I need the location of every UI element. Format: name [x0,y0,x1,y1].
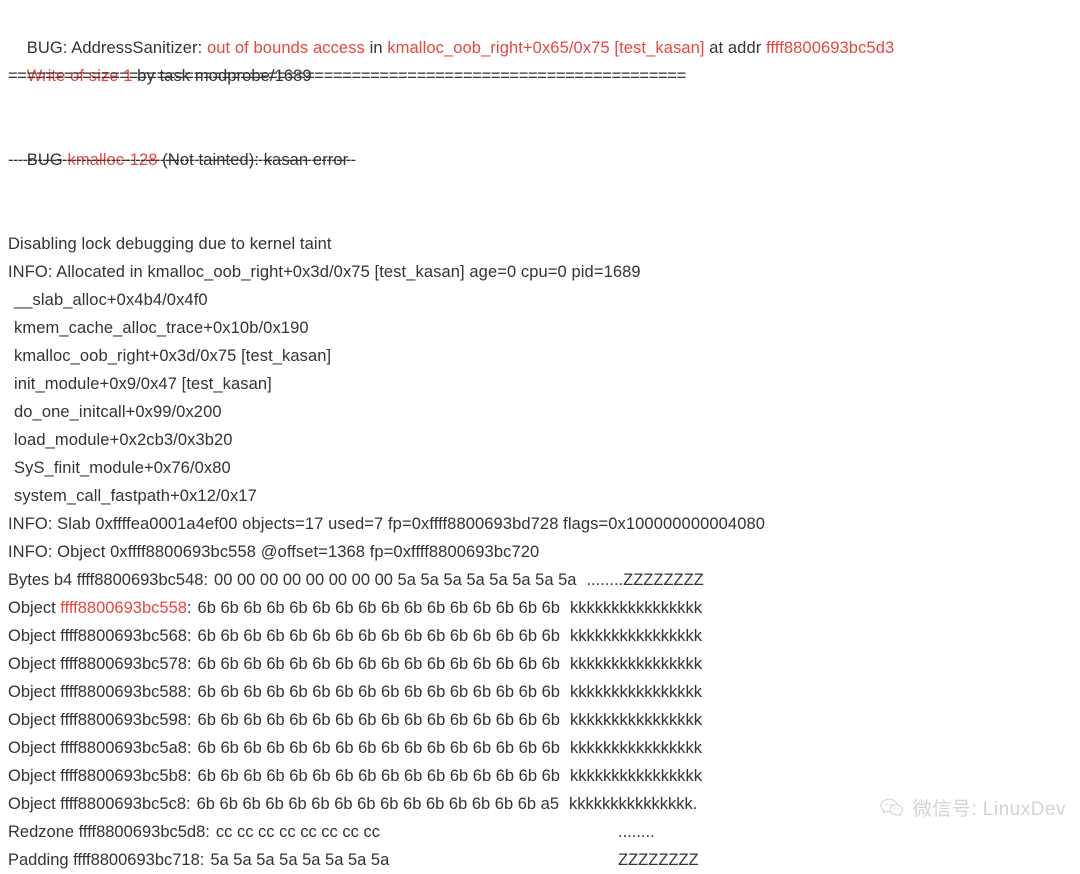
report-line-object-info: INFO: Object 0xffff8800693bc558 @offset=… [8,543,540,561]
hexdump-bytes: 6b 6b 6b 6b 6b 6b 6b 6b 6b 6b 6b 6b 6b 6… [196,795,560,813]
hexdump-bytes: 6b 6b 6b 6b 6b 6b 6b 6b 6b 6b 6b 6b 6b 6… [197,711,560,729]
hexdump-colon: : [186,655,192,673]
stack-frame: SyS_finit_module+0x76/0x80 [14,459,231,477]
hexdump-ascii: kkkkkkkkkkkkkkkk [569,627,702,645]
report-line-bug-slab: BUG kmalloc-128 (Not tainted): kasan err… [8,118,1080,169]
bug-access-type: out of bounds access [206,39,365,57]
hexdump-ascii: kkkkkkkkkkkkkkkk [569,739,702,757]
stack-frame: load_module+0x2cb3/0x3b20 [14,431,233,449]
stack-frame: do_one_initcall+0x99/0x200 [14,403,222,421]
report-line-bug: BUG: AddressSanitizer: out of bounds acc… [8,6,1080,57]
hexdump-address: ffff8800693bc578 [60,655,187,673]
hexdump-address: ffff8800693bc568 [60,627,187,645]
hexdump-ascii: ........ [618,823,655,841]
separator-equals: ========================================… [8,67,686,85]
stack-frame: kmalloc_oob_right+0x3d/0x75 [test_kasan] [14,347,332,365]
hexdump-label: Object [8,599,61,617]
separator-dashes: ----------------------------------------… [8,151,356,169]
hexdump-address: ffff8800693bc5d8 [78,823,206,841]
hexdump-label: Redzone [8,823,79,841]
hexdump-label: Object [8,767,61,785]
hexdump-ascii: kkkkkkkkkkkkkkkk [569,711,702,729]
hexdump-bytes: 6b 6b 6b 6b 6b 6b 6b 6b 6b 6b 6b 6b 6b 6… [197,599,560,617]
hexdump-bytes: 6b 6b 6b 6b 6b 6b 6b 6b 6b 6b 6b 6b 6b 6… [197,739,560,757]
hexdump-colon: : [186,739,192,757]
hexdump-row-padding: Padding ffff8800693bc718:5a 5a 5a 5a 5a … [8,846,1080,874]
hexdump-colon: : [205,823,210,841]
hexdump-address: ffff8800693bc558 [60,599,187,617]
hexdump-colon: : [186,795,191,813]
hexdump-label: Object [8,683,61,701]
hexdump-address: ffff8800693bc548 [76,571,204,589]
hexdump-row: Object ffff8800693bc588:6b 6b 6b 6b 6b 6… [8,678,1080,706]
hexdump-address: ffff8800693bc5a8 [60,739,187,757]
bug-at-addr-word: at addr [704,39,767,57]
hexdump-row: Object ffff8800693bc578:6b 6b 6b 6b 6b 6… [8,650,1080,678]
hexdump-bytes: 6b 6b 6b 6b 6b 6b 6b 6b 6b 6b 6b 6b 6b 6… [197,683,560,701]
hexdump-bytes: 5a 5a 5a 5a 5a 5a 5a 5a [210,851,390,869]
stack-frame: __slab_alloc+0x4b4/0x4f0 [14,291,208,309]
hexdump-label: Object [8,655,61,673]
hexdump-ascii: ........ZZZZZZZZ [586,571,704,589]
hexdump-bytes: 6b 6b 6b 6b 6b 6b 6b 6b 6b 6b 6b 6b 6b 6… [197,767,560,785]
hexdump-bytes: 6b 6b 6b 6b 6b 6b 6b 6b 6b 6b 6b 6b 6b 6… [197,627,560,645]
hexdump-bytes: 6b 6b 6b 6b 6b 6b 6b 6b 6b 6b 6b 6b 6b 6… [197,655,560,673]
hexdump-address: ffff8800693bc598 [60,711,187,729]
hexdump-colon: : [186,599,192,617]
hexdump-address: ffff8800693bc5b8 [60,767,187,785]
hexdump-colon: : [186,627,192,645]
stack-frame: system_call_fastpath+0x12/0x17 [14,487,257,505]
hexdump-bytes: 00 00 00 00 00 00 00 00 5a 5a 5a 5a 5a 5… [214,571,577,589]
hexdump-bytes: cc cc cc cc cc cc cc cc [215,823,380,841]
hexdump-label: Bytes b4 [8,571,77,589]
hexdump-ascii: kkkkkkkkkkkkkkk. [569,795,698,813]
report-line-allocated: INFO: Allocated in kmalloc_oob_right+0x3… [8,263,641,281]
hexdump-label: Object [8,627,61,645]
watermark: 微信号: LinuxDev [879,794,1066,821]
report-line-disabling: Disabling lock debugging due to kernel t… [8,235,332,253]
hexdump-label: Object [8,795,61,813]
bug-address: ffff8800693bc5d3 [766,39,895,57]
hexdump-colon: : [186,683,192,701]
hexdump-ascii: ZZZZZZZZ [618,851,699,869]
hexdump-address: ffff8800693bc5c8 [60,795,186,813]
hexdump-row: Bytes b4 ffff8800693bc548:00 00 00 00 00… [8,566,1080,594]
watermark-text: 微信号: LinuxDev [912,799,1066,820]
hexdump-label: Padding [8,851,74,869]
hexdump-ascii: kkkkkkkkkkkkkkkk [569,683,702,701]
hexdump-label: Object [8,711,61,729]
kasan-report: BUG: AddressSanitizer: out of bounds acc… [0,0,1080,869]
hexdump-row: Object ffff8800693bc568:6b 6b 6b 6b 6b 6… [8,622,1080,650]
hexdump-row-redzone: Redzone ffff8800693bc5d8: cc cc cc cc cc … [8,818,1080,846]
hexdump-ascii: kkkkkkkkkkkkkkkk [569,599,702,617]
report-line-slab-info: INFO: Slab 0xffffea0001a4ef00 objects=17… [8,515,766,533]
hexdump-colon: : [186,767,192,785]
hexdump-ascii: kkkkkkkkkkkkkkkk [569,767,702,785]
hexdump-row: Object ffff8800693bc598:6b 6b 6b 6b 6b 6… [8,706,1080,734]
wechat-bubble-icon [879,795,905,821]
hexdump-row: Object ffff8800693bc558:6b 6b 6b 6b 6b 6… [8,594,1080,622]
hexdump-address: ffff8800693bc718 [73,851,200,869]
hexdump-row: Object ffff8800693bc5a8:6b 6b 6b 6b 6b 6… [8,734,1080,762]
stack-frame: init_module+0x9/0x47 [test_kasan] [14,375,272,393]
hexdump-colon: : [203,571,209,589]
stack-frame: kmem_cache_alloc_trace+0x10b/0x190 [14,319,309,337]
hexdump-ascii: kkkkkkkkkkkkkkkk [569,655,702,673]
hexdump-address: ffff8800693bc588 [60,683,187,701]
bug-prefix: BUG: AddressSanitizer: [26,39,207,57]
hexdump-colon: : [186,711,192,729]
bug-function: kmalloc_oob_right+0x65/0x75 [test_kasan] [387,39,705,57]
hexdump-colon: : [199,851,205,869]
hexdump-label: Object [8,739,61,757]
bug-in-word: in [364,39,388,57]
hexdump-row: Object ffff8800693bc5b8:6b 6b 6b 6b 6b 6… [8,762,1080,790]
